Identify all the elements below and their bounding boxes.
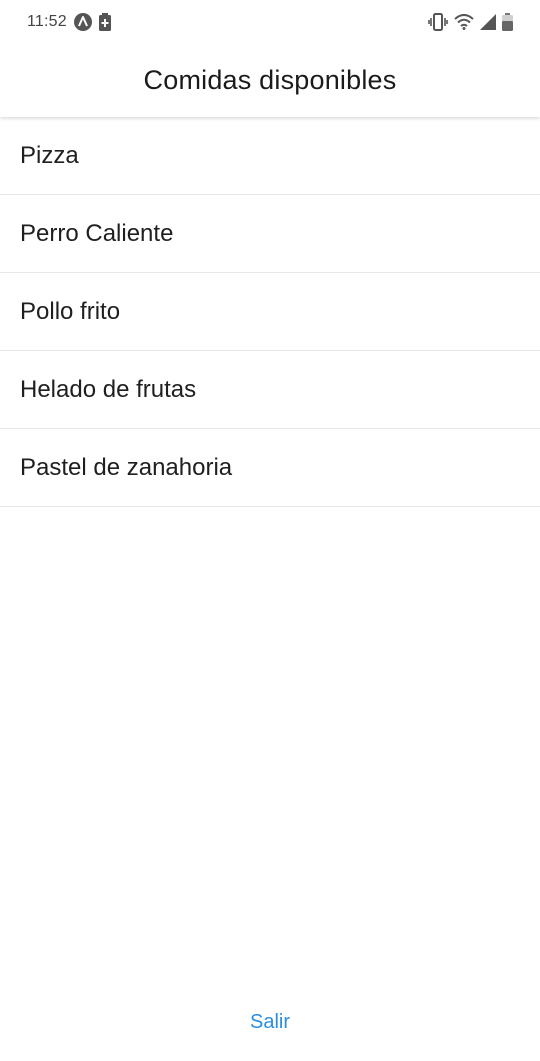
list-item-pollo-frito[interactable]: Pollo frito <box>0 273 540 351</box>
food-list: Pizza Perro Caliente Pollo frito Helado … <box>0 117 540 507</box>
page-title: Comidas disponibles <box>143 65 397 95</box>
signal-icon <box>480 14 496 30</box>
status-time: 11:52 <box>27 13 67 30</box>
app-header: Comidas disponibles <box>0 44 540 117</box>
status-right <box>428 13 513 31</box>
wifi-icon <box>454 14 474 30</box>
list-item-helado-de-frutas[interactable]: Helado de frutas <box>0 351 540 429</box>
list-item-pizza[interactable]: Pizza <box>0 117 540 195</box>
status-left: 11:52 <box>27 12 111 32</box>
list-item-perro-caliente[interactable]: Perro Caliente <box>0 195 540 273</box>
status-bar: 11:52 <box>0 0 540 44</box>
exit-button[interactable]: Salir <box>0 1006 540 1038</box>
list-item-pastel-de-zanahoria[interactable]: Pastel de zanahoria <box>0 429 540 507</box>
app-a-icon <box>73 12 93 32</box>
battery-saver-icon <box>98 13 111 31</box>
battery-icon <box>502 13 513 31</box>
vibrate-icon <box>428 13 448 31</box>
